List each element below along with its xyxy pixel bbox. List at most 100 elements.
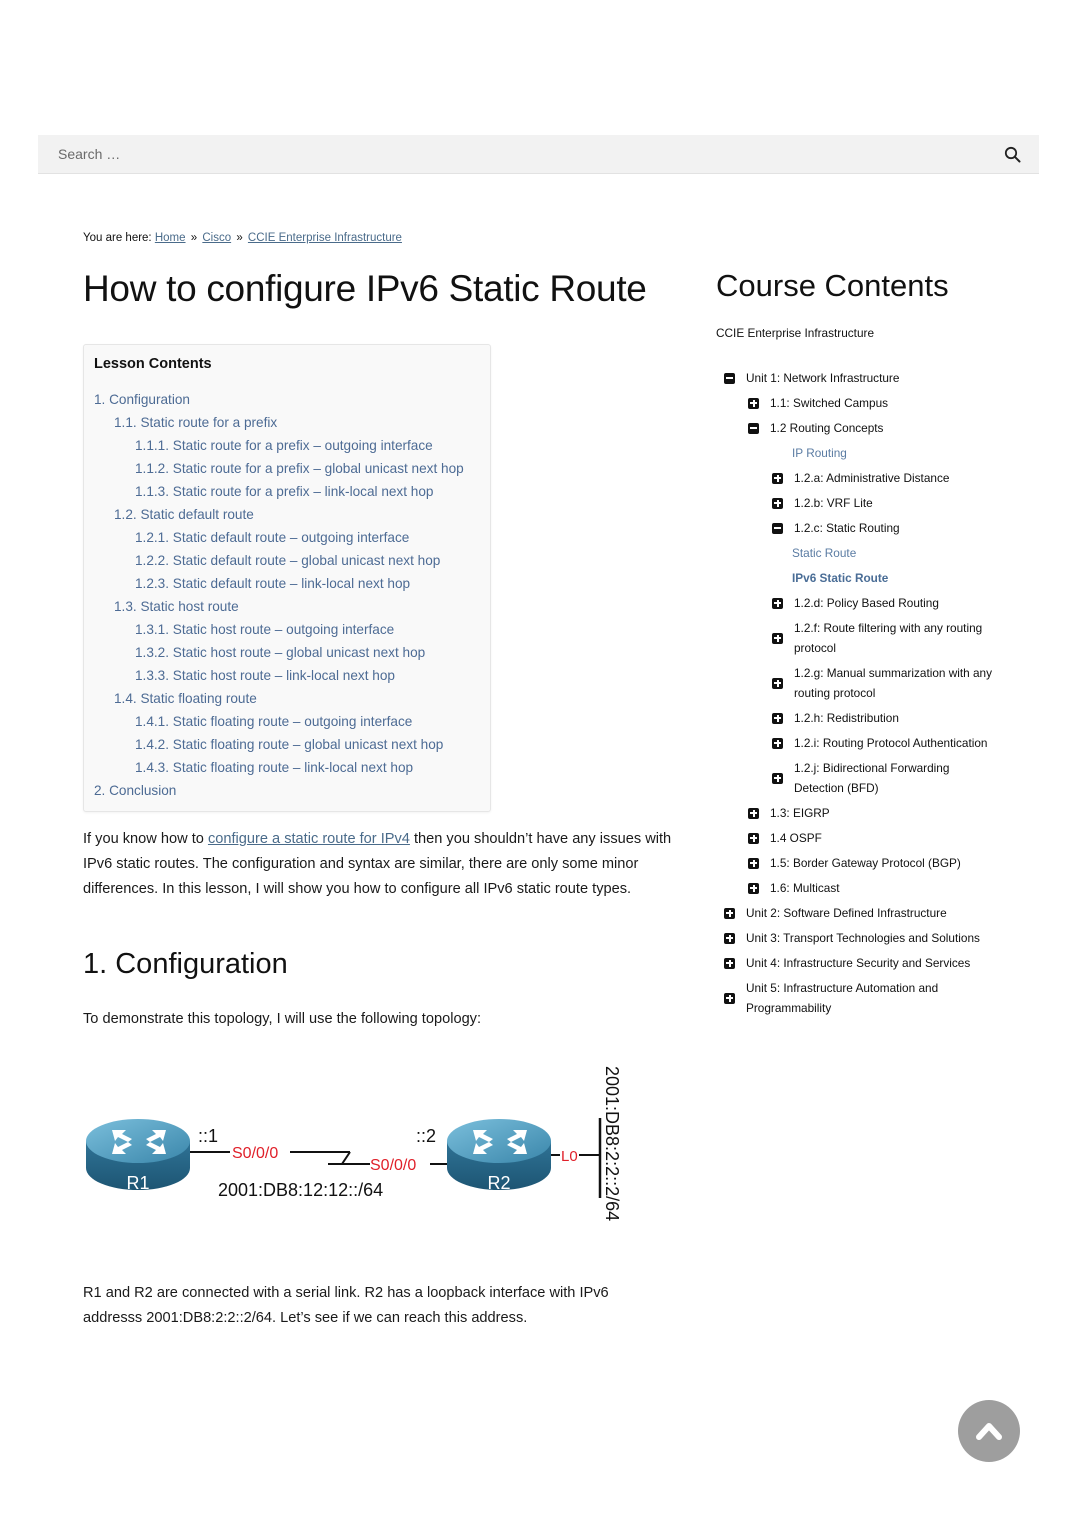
course-tree-item[interactable]: 1.6: Multicast <box>724 878 1004 898</box>
course-tree-label: 1.2.c: Static Routing <box>794 521 900 535</box>
breadcrumb-separator: » <box>190 232 198 244</box>
lesson-contents-item: 1.3.1. Static host route – outgoing inte… <box>94 620 464 643</box>
lesson-contents-link[interactable]: 1. Configuration <box>94 392 190 407</box>
course-tree-label[interactable]: Static Route <box>792 543 856 563</box>
course-tree-item[interactable]: IPv6 Static Route <box>724 568 1004 588</box>
lesson-contents-link[interactable]: 1.1. Static route for a prefix <box>114 415 277 430</box>
lesson-contents-list: 1. Configuration 1.1. Static route for a … <box>94 390 464 804</box>
course-tree-item[interactable]: 1.2.c: Static Routing <box>724 518 1004 538</box>
course-tree-item[interactable]: Unit 2: Software Defined Infrastructure <box>724 903 1004 923</box>
course-tree-item[interactable]: 1.2.d: Policy Based Routing <box>724 593 1004 613</box>
lesson-contents-link[interactable]: 1.3.3. Static host route – link-local ne… <box>135 668 395 683</box>
expand-plus-icon[interactable] <box>748 397 759 409</box>
expand-plus-icon[interactable] <box>772 737 783 749</box>
search-icon[interactable] <box>1004 146 1021 163</box>
r1-address: ::1 <box>198 1126 218 1146</box>
collapse-minus-icon[interactable] <box>724 372 735 384</box>
lesson-contents-link[interactable]: 1.4. Static floating route <box>114 691 257 706</box>
breadcrumb-prefix: You are here: <box>83 232 152 244</box>
lesson-contents-link[interactable]: 1.4.1. Static floating route – outgoing … <box>135 714 412 729</box>
breadcrumb-cisco[interactable]: Cisco <box>202 232 231 244</box>
lesson-contents-link[interactable]: 1.3. Static host route <box>114 599 239 614</box>
course-tree-item[interactable]: 1.2.a: Administrative Distance <box>724 468 1004 488</box>
expand-plus-icon[interactable] <box>748 857 759 869</box>
expand-plus-icon[interactable] <box>724 932 735 944</box>
expand-plus-icon[interactable] <box>724 992 735 1004</box>
loopback-subnet: 2001:DB8:2:2::2/64 <box>602 1066 622 1221</box>
lesson-contents-link[interactable]: 1.1.3. Static route for a prefix – link-… <box>135 484 433 499</box>
lesson-contents-item: 1.2. Static default route <box>94 505 464 528</box>
course-tree-item[interactable]: 1.4 OSPF <box>724 828 1004 848</box>
expand-plus-icon[interactable] <box>772 772 783 784</box>
expand-plus-icon[interactable] <box>772 497 783 509</box>
back-to-top-button[interactable] <box>958 1400 1020 1462</box>
course-tree-item[interactable]: 1.5: Border Gateway Protocol (BGP) <box>724 853 1004 873</box>
lesson-contents-item: 1.3. Static host route <box>94 597 464 620</box>
lesson-contents-link[interactable]: 1.3.2. Static host route – global unicas… <box>135 645 425 660</box>
lesson-contents-link[interactable]: 1.3.1. Static host route – outgoing inte… <box>135 622 394 637</box>
page-title: How to configure IPv6 Static Route <box>83 268 647 309</box>
search-input[interactable] <box>38 135 988 173</box>
router-r2: R2 <box>447 1119 551 1193</box>
r1-interface: S0/0/0 <box>232 1145 278 1162</box>
lesson-contents-item: 1.3.3. Static host route – link-local ne… <box>94 666 464 689</box>
lesson-contents-link[interactable]: 2. Conclusion <box>94 783 176 798</box>
course-tree-item[interactable]: Unit 1: Network Infrastructure <box>724 368 1004 388</box>
ipv4-static-route-link[interactable]: configure a static route for IPv4 <box>208 831 410 847</box>
expand-plus-icon[interactable] <box>772 472 783 484</box>
course-tree-item[interactable]: 1.2.g: Manual summarization with any rou… <box>724 663 1004 703</box>
demo-paragraph: To demonstrate this topology, I will use… <box>83 1011 482 1027</box>
course-tree-item[interactable]: 1.2.f: Route filtering with any routing … <box>724 618 1004 658</box>
expand-plus-icon[interactable] <box>748 807 759 819</box>
course-tree-item[interactable]: 1.2.i: Routing Protocol Authentication <box>724 733 1004 753</box>
course-tree-item[interactable]: 1.2.h: Redistribution <box>724 708 1004 728</box>
lesson-contents-link[interactable]: 1.1.1. Static route for a prefix – outgo… <box>135 438 433 453</box>
course-tree-item[interactable]: 1.2.j: Bidirectional Forwarding Detectio… <box>724 758 1004 798</box>
lesson-contents-item: 1.1. Static route for a prefix <box>94 413 464 436</box>
lesson-contents-item: 1.3.2. Static host route – global unicas… <box>94 643 464 666</box>
course-tree-item[interactable]: Unit 5: Infrastructure Automation and Pr… <box>724 978 1004 1018</box>
lesson-contents-item: 1.2.1. Static default route – outgoing i… <box>94 528 464 551</box>
course-tree-label: 1.2.g: Manual summarization with any rou… <box>794 666 993 700</box>
course-tree-item[interactable]: 1.2.b: VRF Lite <box>724 493 1004 513</box>
course-tree-label: Unit 2: Software Defined Infrastructure <box>746 906 947 920</box>
breadcrumb-separator: » <box>236 232 243 244</box>
course-tree-label: 1.5: Border Gateway Protocol (BGP) <box>770 856 961 870</box>
lesson-contents-link[interactable]: 1.1.2. Static route for a prefix – globa… <box>135 461 464 476</box>
breadcrumb-course[interactable]: CCIE Enterprise Infrastructure <box>248 232 402 244</box>
expand-plus-icon[interactable] <box>724 957 735 969</box>
course-tree-item[interactable]: 1.2 Routing Concepts <box>724 418 1004 438</box>
course-tree-item[interactable]: 1.1: Switched Campus <box>724 393 1004 413</box>
lesson-contents-link[interactable]: 1.4.2. Static floating route – global un… <box>135 737 443 752</box>
expand-plus-icon[interactable] <box>772 597 783 609</box>
course-tree-label[interactable]: IPv6 Static Route <box>792 568 888 588</box>
r2-address: ::2 <box>416 1126 436 1146</box>
course-tree-label: 1.2.j: Bidirectional Forwarding Detectio… <box>794 761 950 795</box>
course-tree-item[interactable]: Unit 3: Transport Technologies and Solut… <box>724 928 1004 948</box>
expand-plus-icon[interactable] <box>724 907 735 919</box>
expand-plus-icon[interactable] <box>772 712 783 724</box>
lesson-contents-link[interactable]: 1.4.3. Static floating route – link-loca… <box>135 760 413 775</box>
lesson-contents-link[interactable]: 1.2.3. Static default route – link-local… <box>135 576 410 591</box>
lesson-contents-item: 1.1.1. Static route for a prefix – outgo… <box>94 436 464 459</box>
chevron-up-icon <box>976 1423 1002 1440</box>
course-tree-item[interactable]: Static Route <box>724 543 1004 563</box>
collapse-minus-icon[interactable] <box>772 522 783 534</box>
course-tree-item[interactable]: IP Routing <box>724 443 1004 463</box>
expand-plus-icon[interactable] <box>772 632 783 644</box>
lesson-contents-item: 1.4.1. Static floating route – outgoing … <box>94 712 464 735</box>
course-tree-item[interactable]: Unit 4: Infrastructure Security and Serv… <box>724 953 1004 973</box>
course-tree-item[interactable]: 1.3: EIGRP <box>724 803 1004 823</box>
course-tree-label[interactable]: IP Routing <box>792 443 847 463</box>
collapse-minus-icon[interactable] <box>748 422 759 434</box>
lesson-contents-link[interactable]: 1.2.2. Static default route – global uni… <box>135 553 440 568</box>
lesson-contents-item: 1.1.2. Static route for a prefix – globa… <box>94 459 464 482</box>
expand-plus-icon[interactable] <box>748 832 759 844</box>
expand-plus-icon[interactable] <box>748 882 759 894</box>
course-tree-label: Unit 3: Transport Technologies and Solut… <box>746 931 980 945</box>
lesson-contents-link[interactable]: 1.2. Static default route <box>114 507 254 522</box>
lesson-contents-link[interactable]: 1.2.1. Static default route – outgoing i… <box>135 530 409 545</box>
breadcrumb-home[interactable]: Home <box>155 232 186 244</box>
expand-plus-icon[interactable] <box>772 677 783 689</box>
sidebar-course-name: CCIE Enterprise Infrastructure <box>716 326 875 340</box>
